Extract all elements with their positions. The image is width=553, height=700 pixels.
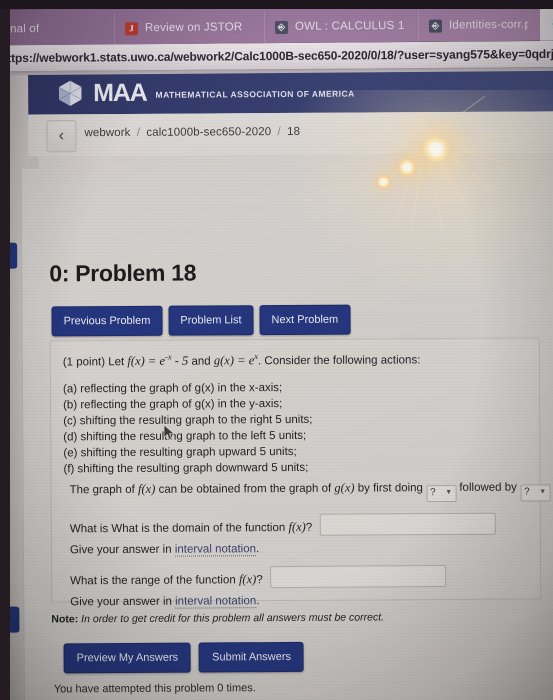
action-item-c: (c) shifting the resulting graph to the … bbox=[63, 413, 313, 428]
range-hint-post: . bbox=[256, 595, 260, 608]
screen-bezel-top bbox=[0, 0, 553, 9]
domain-answer-input[interactable] bbox=[319, 512, 496, 536]
breadcrumb-separator: / bbox=[136, 126, 141, 139]
page-viewport: MAA MATHEMATICAL ASSOCIATION OF AMERICA … bbox=[6, 69, 553, 700]
range-prompt-qmark: ? bbox=[256, 574, 263, 587]
maa-wordmark: MAA bbox=[93, 78, 147, 107]
compose-pre: The graph of bbox=[69, 483, 135, 497]
compose-join: followed by bbox=[459, 481, 517, 494]
previous-problem-button[interactable]: Previous Problem bbox=[51, 305, 163, 337]
browser-tab-1[interactable]: J Review on JSTOR bbox=[113, 11, 260, 45]
screen-bezel-left bbox=[0, 0, 10, 700]
range-answer-input[interactable] bbox=[270, 565, 447, 589]
domain-hint-pre: Give your answer in bbox=[69, 543, 172, 557]
browser-tab-label: Identities-corr.pdf bbox=[448, 18, 529, 32]
mouse-cursor-icon bbox=[163, 424, 176, 441]
problem-list-button[interactable]: Problem List bbox=[168, 305, 254, 336]
maa-polyhedron-logo-icon bbox=[58, 80, 82, 106]
chevron-down-icon: ▼ bbox=[445, 489, 453, 497]
address-bar-url: https://webwork1.stats.uwo.ca/webwork2/C… bbox=[0, 46, 553, 66]
compose-gx: g(x) bbox=[334, 480, 355, 495]
screen-photo: rnal of J Review on JSTOR ⎆ OWL : CALCUL… bbox=[0, 0, 553, 700]
domain-prompt-text: What is What is the domain of the functi… bbox=[69, 521, 286, 536]
credit-note: Note: In order to get credit for this pr… bbox=[51, 611, 384, 625]
action-item-a: (a) reflecting the graph of g(x) in the … bbox=[62, 382, 283, 396]
compose-sentence: The graph of f(x) can be obtained from t… bbox=[70, 478, 551, 504]
range-hint: Give your answer in interval notation. bbox=[70, 595, 260, 609]
page-title: 0: Problem 18 bbox=[49, 259, 197, 287]
second-action-select-value: ? bbox=[524, 486, 530, 498]
browser-tab-label: rnal of bbox=[5, 23, 40, 36]
browser-tab-4-active[interactable]: ✵ We bbox=[539, 7, 553, 41]
browser-tab-label: OWL : CALCULUS 1000B 65 bbox=[294, 19, 405, 33]
chevron-left-icon[interactable]: ‹ bbox=[46, 120, 77, 153]
preview-my-answers-button[interactable]: Preview My Answers bbox=[63, 642, 192, 674]
first-action-select[interactable]: ? ▼ bbox=[426, 484, 457, 502]
submit-answers-button[interactable]: Submit Answers bbox=[199, 641, 305, 673]
problem-nav-buttons: Previous Problem Problem List Next Probl… bbox=[51, 304, 351, 337]
browser-tab-2[interactable]: ⎆ OWL : CALCULUS 1000B 65 bbox=[263, 9, 415, 44]
browser-tab-3[interactable]: ⎆ Identities-corr.pdf bbox=[417, 8, 539, 42]
breadcrumb-separator: / bbox=[277, 126, 281, 139]
first-action-select-value: ? bbox=[430, 487, 436, 499]
range-prompt-math: f(x) bbox=[238, 572, 257, 587]
credit-note-text: In order to get credit for this problem … bbox=[81, 611, 385, 626]
range-prompt-text: What is the range of the function bbox=[70, 574, 236, 588]
browser-tab-label: Review on JSTOR bbox=[144, 21, 243, 35]
compose-mid: can be obtained from the graph of bbox=[158, 482, 332, 496]
interval-notation-link[interactable]: interval notation bbox=[175, 595, 257, 609]
domain-question-label: What is What is the domain of the functi… bbox=[70, 520, 312, 536]
attempts-status: You have attempted this problem 0 times.… bbox=[54, 680, 256, 700]
pdf-shield-icon: ⎆ bbox=[428, 19, 443, 33]
breadcrumb: webwork / calc1000b-sec650-2020 / 18 bbox=[84, 126, 300, 139]
domain-prompt-math: f(x) bbox=[288, 519, 306, 534]
action-item-d: (d) shifting the resulting graph to the … bbox=[63, 429, 307, 444]
action-item-f: (f) shifting the resulting graph downwar… bbox=[63, 461, 309, 476]
problem-statement: (1 point) Let f(x) = e-x - 5 and g(x) = … bbox=[63, 349, 421, 371]
conjunction-and: and bbox=[191, 355, 211, 368]
domain-prompt-qmark: ? bbox=[305, 521, 313, 534]
problem-intro-lead: Let bbox=[108, 356, 125, 369]
owl-shield-icon: ⎆ bbox=[274, 20, 289, 34]
browser-tab-0[interactable]: rnal of bbox=[0, 12, 108, 45]
range-question-label: What is the range of the function f(x)? bbox=[70, 572, 263, 588]
attempts-count-line: You have attempted this problem 0 times. bbox=[53, 682, 256, 696]
domain-hint: Give your answer in interval notation. bbox=[69, 543, 260, 557]
address-bar[interactable]: https://webwork1.stats.uwo.ca/webwork2/C… bbox=[0, 40, 553, 72]
action-item-e: (e) shifting the resulting graph upward … bbox=[63, 445, 297, 460]
domain-hint-post: . bbox=[255, 543, 260, 556]
problem-intro-tail: . Consider the following actions: bbox=[257, 354, 421, 368]
compose-fx: f(x) bbox=[137, 481, 156, 496]
next-problem-button[interactable]: Next Problem bbox=[259, 304, 351, 336]
maa-brand-bar: MAA MATHEMATICAL ASSOCIATION OF AMERICA bbox=[28, 69, 553, 115]
credit-note-label: Note: bbox=[51, 613, 79, 626]
jstor-icon: J bbox=[124, 21, 139, 35]
function-g-definition: g(x) = ex bbox=[213, 351, 259, 368]
answer-action-buttons: Preview My Answers Submit Answers bbox=[63, 641, 305, 674]
second-action-select[interactable]: ? ▼ bbox=[520, 483, 551, 502]
range-hint-pre: Give your answer in bbox=[70, 595, 172, 609]
main-content: 0: Problem 18 Previous Problem Problem L… bbox=[38, 153, 553, 700]
interval-notation-link[interactable]: interval notation bbox=[174, 543, 257, 557]
chevron-down-icon: ▼ bbox=[539, 488, 547, 496]
maa-tagline: MATHEMATICAL ASSOCIATION OF AMERICA bbox=[155, 88, 355, 100]
function-f-definition: f(x) = e-x - 5 bbox=[127, 351, 189, 369]
action-item-b: (b) reflecting the graph of g(x) in the … bbox=[63, 398, 283, 412]
problem-points: (1 point) bbox=[62, 356, 106, 369]
breadcrumb-item-2[interactable]: 18 bbox=[287, 126, 300, 138]
compose-post: by first doing bbox=[357, 482, 423, 495]
problem-card: (1 point) Let f(x) = e-x - 5 and g(x) = … bbox=[49, 337, 551, 609]
breadcrumb-item-0[interactable]: webwork bbox=[84, 127, 130, 139]
browser-tab-strip: rnal of J Review on JSTOR ⎆ OWL : CALCUL… bbox=[0, 4, 553, 46]
breadcrumb-item-1[interactable]: calc1000b-sec650-2020 bbox=[146, 126, 271, 139]
